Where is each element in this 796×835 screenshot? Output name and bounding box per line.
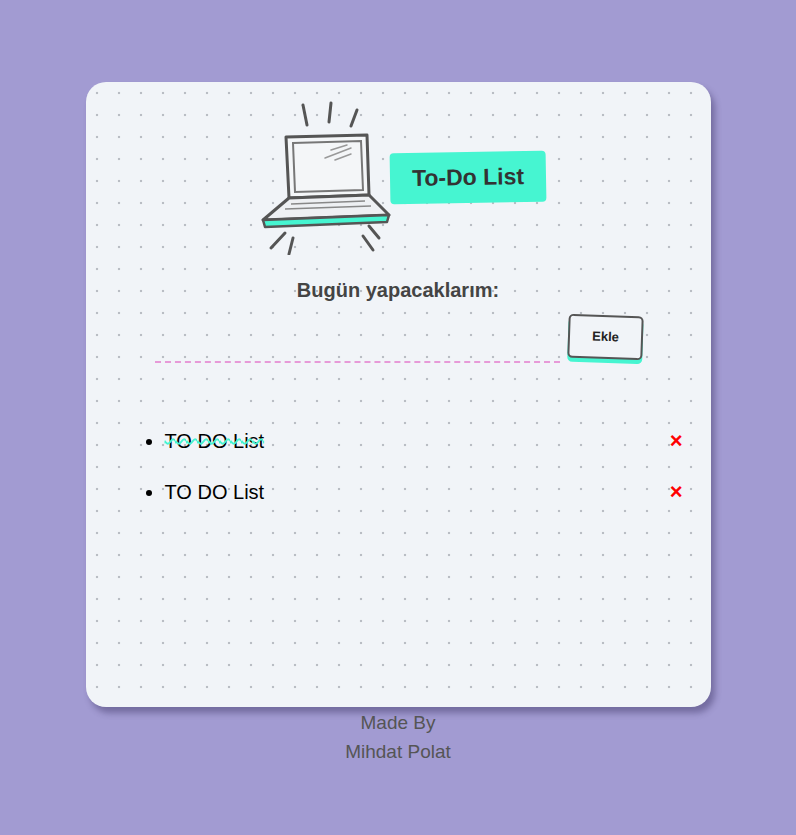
title-badge: To-Do List	[389, 151, 546, 204]
delete-button[interactable]: ×	[668, 481, 685, 503]
todo-input[interactable]	[155, 332, 560, 363]
todo-card: To-Do List Bugün yapacaklarım: Ekle TO DO L…	[86, 82, 711, 707]
todo-item[interactable]: TO DO List ×	[165, 415, 685, 466]
delete-button[interactable]: ×	[668, 430, 685, 452]
footer-line: Made By	[361, 708, 436, 737]
input-row: Ekle	[86, 315, 711, 361]
page: To-Do List Bugün yapacaklarım: Ekle TO DO L…	[0, 0, 796, 835]
prompt-label: Bugün yapacaklarım:	[86, 275, 711, 305]
header: To-Do List	[86, 82, 711, 255]
todo-item[interactable]: TO DO List ×	[165, 466, 685, 517]
laptop-icon	[251, 100, 391, 255]
footer-line: Mihdat Polat	[345, 737, 451, 766]
footer: Made ByMihdat Polat	[345, 708, 451, 766]
add-button[interactable]: Ekle	[567, 314, 643, 361]
todo-list: TO DO List × TO DO List ×	[86, 415, 711, 517]
todo-text[interactable]: TO DO List	[165, 426, 265, 456]
todo-text[interactable]: TO DO List	[165, 477, 265, 507]
